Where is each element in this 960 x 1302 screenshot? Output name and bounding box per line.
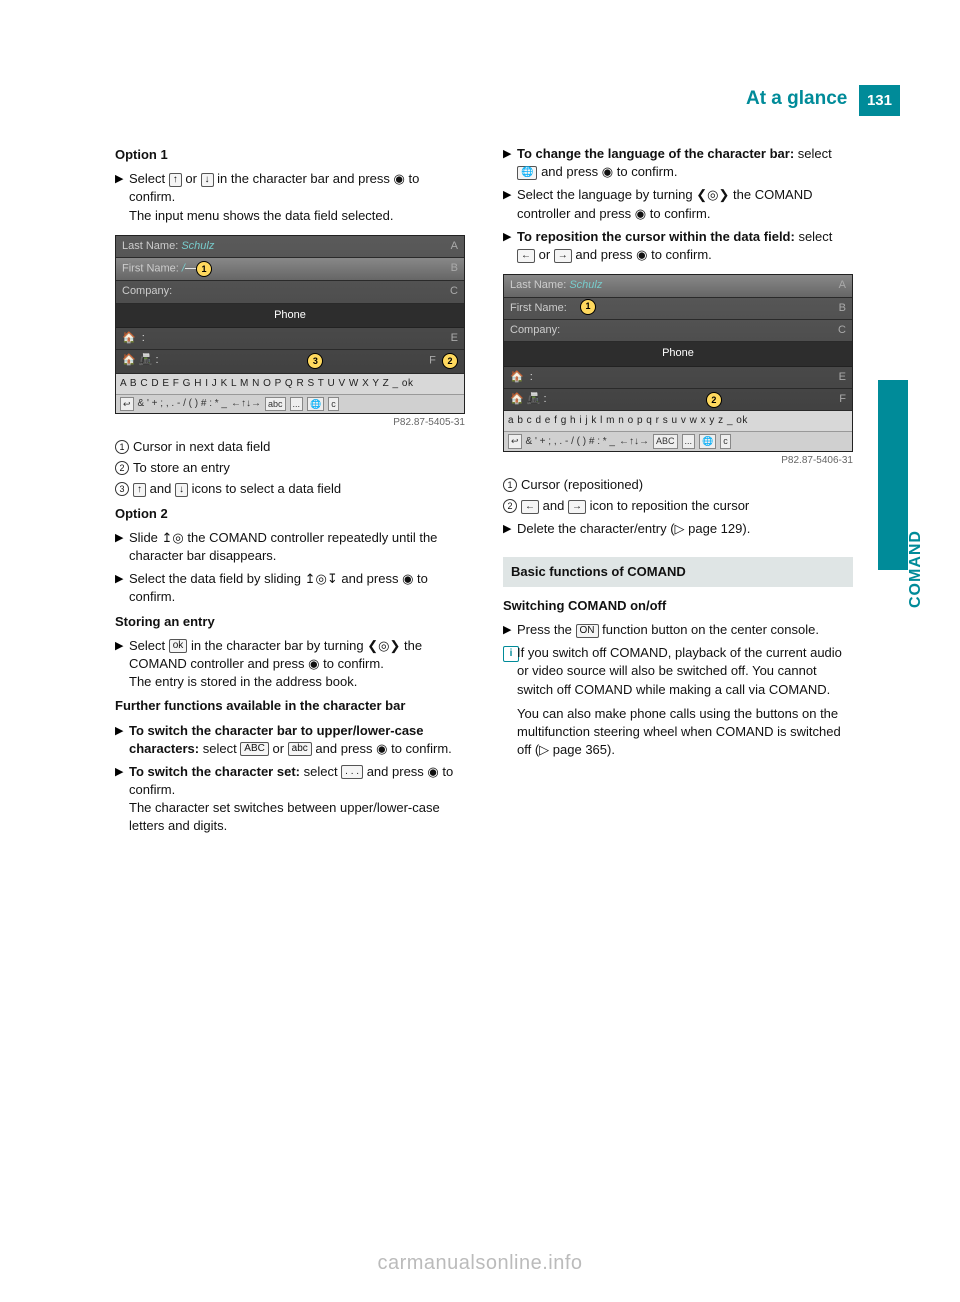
press-icon: ◉: [427, 763, 438, 781]
bullet-arrow: ▶: [115, 170, 129, 187]
storing-title: Storing an entry: [115, 613, 465, 631]
press-icon: ◉: [635, 205, 646, 223]
on-button-icon: ON: [576, 624, 599, 638]
callout-1: 1: [580, 299, 596, 315]
callout-1: 1: [196, 261, 212, 277]
arrow-up-icon: ↑: [133, 483, 146, 497]
dots-icon: . . .: [341, 765, 363, 779]
arrow-left-icon: ←: [521, 500, 539, 514]
triangle-ref-icon: ▷: [539, 741, 549, 759]
slide-up-icon: ↥◎: [162, 529, 184, 547]
page-number: 131: [859, 85, 900, 116]
header-title: At a glance: [746, 88, 847, 109]
arrow-down-icon: ↓: [175, 483, 188, 497]
section-heading: Basic functions of COMAND: [503, 557, 853, 587]
side-tab: [878, 380, 908, 570]
arrow-down-icon: ↓: [201, 173, 214, 187]
ok-icon: ok: [169, 639, 188, 653]
callout-2: 2: [706, 392, 722, 408]
right-column: ▶ To change the language of the characte…: [503, 140, 853, 841]
switching-title: Switching COMAND on/off: [503, 597, 853, 615]
option2-title: Option 2: [115, 505, 465, 523]
press-icon: ◉: [376, 740, 387, 758]
triangle-ref-icon: ▷: [675, 520, 685, 538]
arrow-right-icon: →: [568, 500, 586, 514]
press-icon: ◉: [636, 246, 647, 264]
callout-3: 3: [307, 353, 323, 369]
option1-title: Option 1: [115, 146, 465, 164]
turn-icon: ❮◎❯: [367, 637, 400, 655]
figure-1: Last Name: Schulz A First Name: /—1 B Co…: [115, 235, 465, 414]
press-icon: ◉: [402, 570, 413, 588]
callout-2: 2: [442, 353, 458, 369]
press-icon: ◉: [308, 655, 319, 673]
figure-2-caption: P82.87-5406-31: [503, 454, 853, 468]
ABC-icon: ABC: [240, 742, 269, 756]
option1-step1: Select ↑ or ↓ in the character bar and p…: [129, 170, 465, 225]
globe-icon: 🌐: [517, 166, 537, 180]
left-column: Option 1 ▶ Select ↑ or ↓ in the characte…: [115, 140, 465, 841]
press-icon: ◉: [394, 170, 405, 188]
press-icon: ◉: [602, 163, 613, 181]
figure-2: Last Name: Schulz A First Name: 1 B Comp…: [503, 274, 853, 452]
turn-icon: ❮◎❯: [696, 186, 729, 204]
figure-1-caption: P82.87-5405-31: [115, 416, 465, 430]
side-label: COMAND: [905, 530, 927, 608]
arrow-left-icon: ←: [517, 249, 535, 263]
further-title: Further functions available in the chara…: [115, 697, 465, 715]
abc-icon: abc: [288, 742, 312, 756]
footer-watermark: carmanualsonline.info: [0, 1249, 960, 1277]
arrow-right-icon: →: [554, 249, 572, 263]
slide-vert-icon: ↥◎↧: [305, 570, 338, 588]
arrow-up-icon: ↑: [169, 173, 182, 187]
